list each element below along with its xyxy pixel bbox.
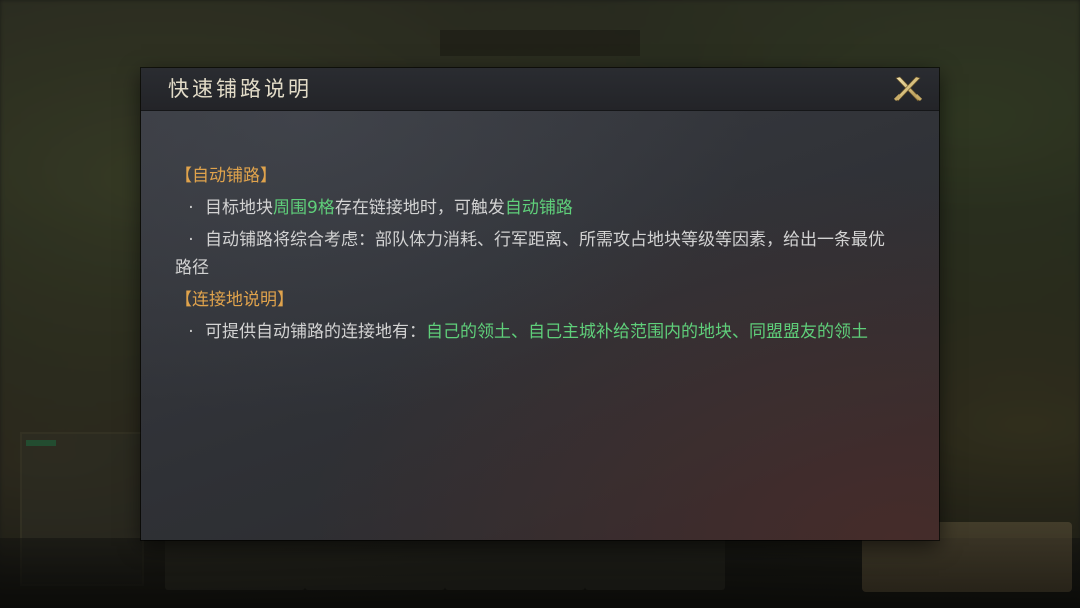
body-text: 自动铺路将综合考虑：部队体力消耗、行军距离、所需攻占地块等级等因素，给出一条最优…: [175, 230, 885, 278]
bullet-dot: ·: [188, 198, 194, 218]
dialog-title: 快速铺路说明: [168, 77, 312, 101]
dialog-header: 快速铺路说明: [141, 68, 939, 111]
bullet-dot: ·: [188, 322, 194, 342]
bullet-item: · 自动铺路将综合考虑：部队体力消耗、行军距离、所需攻占地块等级等因素，给出一条最…: [175, 226, 885, 282]
crossed-swords-close-icon: [893, 76, 923, 102]
highlight-text: 自己的领土、自己主城补给范围内的地块、同盟盟友的领土: [426, 322, 868, 342]
help-content: 【自动铺路】 · 目标地块周围9格存在链接地时，可触发自动铺路 · 自动铺路将综合考虑：…: [175, 158, 885, 346]
body-text: 可提供自动铺路的连接地有：: [205, 322, 426, 342]
highlight-text: 周围9格: [273, 198, 335, 218]
highlight-text: 自动铺路: [504, 198, 573, 218]
bullet-item: · 可提供自动铺路的连接地有：自己的领土、自己主城补给范围内的地块、同盟盟友的领土: [175, 318, 885, 346]
section-title: 【连接地说明】: [175, 290, 294, 310]
close-button[interactable]: [891, 74, 925, 104]
body-text: 存在链接地时，可触发: [334, 198, 505, 218]
section-title: 【自动铺路】: [175, 166, 277, 186]
bullet-item: · 目标地块周围9格存在链接地时，可触发自动铺路: [175, 194, 885, 222]
body-text: 目标地块: [205, 198, 273, 218]
quick-road-help-dialog: 快速铺路说明 【自动铺路】 · 目标地块周围9格存在链接地时，可触发自动铺路 · 自动铺…: [141, 68, 939, 540]
bullet-dot: ·: [188, 230, 194, 250]
